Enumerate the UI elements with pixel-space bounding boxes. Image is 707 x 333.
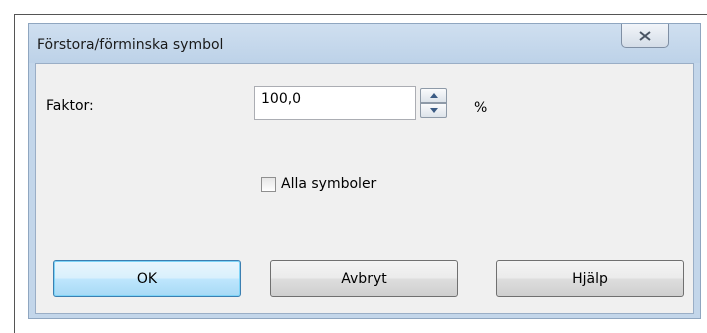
spin-down-button[interactable] (420, 103, 447, 118)
title-bar: Förstora/förminska symbol (29, 24, 700, 63)
dialog-window: Förstora/förminska symbol Faktor: % (28, 23, 701, 319)
all-symbols-label: Alla symboler (281, 176, 377, 192)
all-symbols-checkbox[interactable] (261, 176, 276, 192)
factor-input[interactable] (254, 86, 416, 120)
factor-spinner (420, 88, 447, 118)
close-x-icon (639, 30, 651, 41)
all-symbols-checkbox-row[interactable]: Alla symboler (261, 174, 376, 194)
dialog-client-area: Faktor: % Alla symboler OK Avbryt Hjälp (35, 63, 694, 314)
factor-label: Faktor: (46, 98, 94, 114)
arrow-down-icon (429, 108, 438, 113)
arrow-up-icon (429, 93, 438, 98)
frame-right-strip (701, 23, 707, 319)
factor-unit: % (474, 100, 488, 116)
spin-up-button[interactable] (420, 88, 447, 103)
help-button[interactable]: Hjälp (496, 260, 684, 297)
ok-button[interactable]: OK (53, 260, 241, 297)
close-button[interactable] (621, 24, 669, 48)
dialog-title: Förstora/förminska symbol (37, 37, 224, 53)
cancel-button[interactable]: Avbryt (270, 260, 458, 297)
